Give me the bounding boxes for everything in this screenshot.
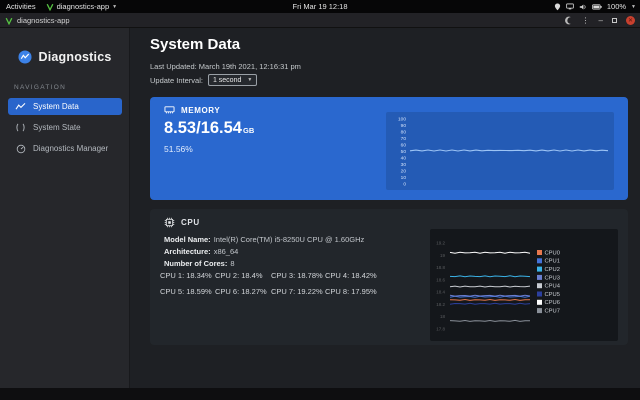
svg-text:CPU6: CPU6 — [545, 300, 560, 306]
svg-text:60: 60 — [401, 143, 407, 149]
svg-text:40: 40 — [401, 156, 407, 162]
update-interval-select[interactable]: 1 second ▼ — [208, 74, 257, 86]
svg-text:90: 90 — [401, 123, 407, 129]
sidebar-item-label: System Data — [33, 102, 79, 111]
memory-usage-value: 8.53/16.54 — [164, 119, 242, 137]
app-logo-icon — [5, 17, 13, 25]
svg-text:CPU4: CPU4 — [545, 284, 561, 290]
svg-text:20: 20 — [401, 169, 407, 175]
sidebar-item-system-state[interactable]: System State — [8, 119, 122, 136]
svg-text:19.2: 19.2 — [436, 241, 445, 246]
cpu-model-label: Model Name: — [164, 235, 211, 244]
sidebar: Diagnostics NAVIGATION System Data Syste… — [0, 28, 130, 388]
memory-percent: 51.56% — [164, 144, 193, 154]
cpu-core-usage: CPU 7: 19.22% — [271, 287, 325, 296]
main-content: System Data Last Updated: March 19th 202… — [130, 28, 640, 388]
gauge-icon — [15, 144, 26, 154]
maximize-button[interactable] — [612, 18, 617, 23]
close-button[interactable]: ✕ — [626, 16, 635, 25]
volume-icon — [579, 3, 587, 11]
cpu-core-usage: CPU 5: 18.59% — [160, 287, 215, 296]
svg-text:18.8: 18.8 — [436, 265, 445, 270]
page-title: System Data — [150, 36, 240, 53]
location-icon — [554, 3, 561, 11]
svg-text:CPU3: CPU3 — [545, 275, 560, 281]
cpu-cores-value: 8 — [230, 259, 234, 268]
svg-text:70: 70 — [401, 136, 407, 142]
diagnostics-logo-icon — [18, 50, 32, 64]
line-chart-icon — [15, 102, 26, 111]
cpu-core-usage: CPU 2: 18.4% — [215, 271, 271, 280]
cpu-core-usage: CPU 6: 18.27% — [215, 287, 271, 296]
svg-text:18: 18 — [440, 314, 446, 319]
update-interval-label: Update Interval: — [150, 76, 203, 85]
svg-text:100: 100 — [398, 117, 406, 123]
cpu-arch-value: x86_64 — [214, 247, 239, 256]
kebab-menu-icon[interactable]: ⋮ — [582, 17, 590, 25]
memory-usage-chart: 1009080706050403020100 — [386, 112, 614, 190]
code-brackets-icon — [15, 123, 26, 132]
svg-text:10: 10 — [401, 175, 407, 181]
svg-text:50: 50 — [401, 149, 407, 155]
sidebar-item-system-data[interactable]: System Data — [8, 98, 122, 115]
svg-text:CPU7: CPU7 — [545, 309, 560, 315]
svg-text:CPU5: CPU5 — [545, 292, 560, 298]
battery-icon — [592, 4, 602, 10]
nav-section-label: NAVIGATION — [14, 84, 66, 91]
svg-text:30: 30 — [401, 162, 407, 168]
cpu-core-usage: CPU 4: 18.42% — [325, 271, 385, 280]
svg-text:CPU2: CPU2 — [545, 267, 560, 273]
update-interval-value: 1 second — [213, 77, 241, 84]
svg-text:80: 80 — [401, 130, 407, 136]
cpu-usage-chart: 19.2 19 18.8 18.6 18.4 18.2 18 17.8 CPU0 CPU1 CPU2… — [430, 229, 618, 341]
svg-text:18.6: 18.6 — [436, 277, 445, 282]
cpu-model-value: Intel(R) Core(TM) i5-8250U CPU @ 1.60GHz — [214, 235, 365, 244]
cpu-chip-icon — [164, 217, 175, 228]
last-updated-text: Last Updated: March 19th 2021, 12:16:31 … — [150, 62, 301, 71]
cpu-card-title: CPU — [181, 218, 200, 227]
memory-usage-unit: GB — [243, 126, 254, 135]
cpu-core-usage: CPU 3: 18.78% — [271, 271, 325, 280]
memory-card-title: MEMORY — [181, 106, 220, 115]
extension-icon[interactable] — [564, 16, 573, 25]
sidebar-item-diagnostics-manager[interactable]: Diagnostics Manager — [8, 140, 122, 157]
svg-text:18.2: 18.2 — [436, 302, 445, 307]
cpu-card: CPU Model Name:Intel(R) Core(TM) i5-8250… — [150, 209, 628, 345]
battery-percent: 100% — [607, 2, 626, 11]
window-title: diagnostics-app — [17, 16, 70, 25]
memory-card: MEMORY 8.53/16.54GB 51.56% 1009080706050… — [150, 97, 628, 200]
chevron-down-icon: ▼ — [631, 4, 636, 10]
svg-text:19: 19 — [440, 253, 446, 258]
cpu-core-usage-grid: CPU 1: 18.34% CPU 2: 18.4% CPU 3: 18.78%… — [160, 271, 385, 296]
display-icon — [566, 3, 574, 10]
memory-chip-icon — [164, 105, 175, 115]
cpu-arch-label: Architecture: — [164, 247, 211, 256]
svg-text:CPU1: CPU1 — [545, 259, 560, 265]
cpu-cores-label: Number of Cores: — [164, 259, 227, 268]
svg-text:0: 0 — [403, 182, 406, 188]
svg-text:17.8: 17.8 — [436, 327, 445, 332]
svg-text:CPU0: CPU0 — [545, 250, 560, 256]
system-top-bar: Activities diagnostics-app ▼ Fri Mar 19 … — [0, 0, 640, 13]
cpu-core-usage: CPU 8: 17.95% — [325, 287, 385, 296]
sidebar-item-label: System State — [33, 123, 81, 132]
system-tray[interactable]: 100% ▼ — [554, 0, 636, 13]
clock[interactable]: Fri Mar 19 12:18 — [292, 2, 347, 11]
sidebar-app-name: Diagnostics — [38, 50, 111, 64]
sidebar-item-label: Diagnostics Manager — [33, 144, 108, 153]
minimize-button[interactable]: – — [599, 17, 603, 25]
app-window: Diagnostics NAVIGATION System Data Syste… — [0, 28, 640, 388]
cpu-core-usage: CPU 1: 18.34% — [160, 271, 215, 280]
window-titlebar[interactable]: diagnostics-app ⋮ – ✕ — [0, 13, 640, 28]
chevron-down-icon: ▼ — [247, 77, 252, 83]
svg-text:18.4: 18.4 — [436, 290, 445, 295]
